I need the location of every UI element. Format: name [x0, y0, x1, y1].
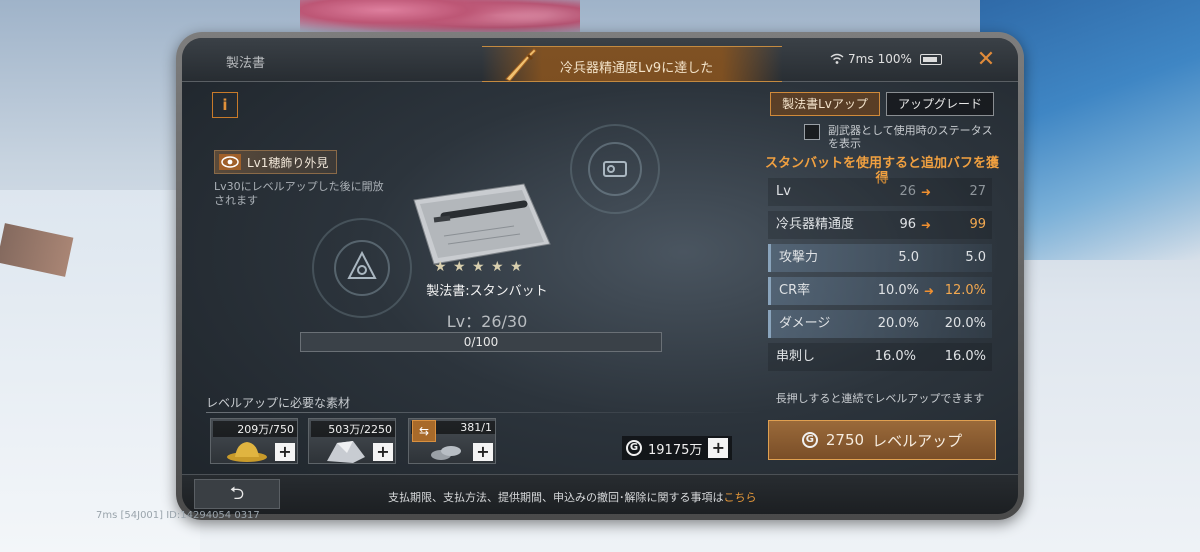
info-icon[interactable]: i [212, 92, 238, 118]
stats-table: Lv 26 ➜ 27 冷兵器精通度 96 ➜ 99 攻撃力 5.0 5.0 CR率 10.0% ➜ 12.0… [768, 178, 992, 376]
battery-text: 100% [877, 52, 912, 66]
stat-row: 冷兵器精通度 96 ➜ 99 [768, 211, 992, 239]
ping-text: 7ms [848, 52, 874, 66]
star-icon: ★ [491, 259, 504, 275]
star-icon: ★ [510, 259, 523, 275]
exp-text: 0/100 [463, 335, 499, 349]
stat-row: ダメージ 20.0% 20.0% [768, 310, 992, 338]
sub-weapon-toggle[interactable]: 副武器として使用時のステータスを表示 [804, 124, 998, 150]
triangle-emblem-icon [347, 250, 377, 279]
stat-next: 12.0% [944, 283, 986, 298]
currency-amount: 19175万 [648, 442, 703, 458]
material-count: 503万/2250 [311, 421, 395, 437]
eye-icon [219, 154, 241, 170]
gold-hat-icon [227, 442, 267, 462]
legal-notice: 支払期限、支払方法、提供期間、申込みの撤回･解除に関する事項はこちら [388, 489, 757, 505]
add-material-button[interactable]: + [473, 443, 493, 461]
silver-ore-icon [327, 441, 365, 463]
stat-label: CR率 [779, 283, 811, 298]
stat-current: 20.0% [877, 316, 919, 331]
window-title: 製法書 [226, 56, 266, 71]
appearance-unlock-tag[interactable]: Lv1穂飾り外見 [214, 150, 338, 174]
tab-upgrade[interactable]: アップグレード [886, 92, 994, 116]
device-frame: 製法書 冷兵器精通度Lv9に達した 7ms 100% ✕ i Lv1穂飾り外見 … [176, 32, 1024, 520]
rarity-stars: ★ ★ ★ ★ ★ [434, 260, 524, 274]
exp-bar: 0/100 [300, 332, 662, 352]
add-material-button[interactable]: + [373, 443, 393, 461]
star-icon: ★ [434, 259, 447, 275]
add-currency-button[interactable]: + [708, 438, 729, 458]
unlock-info: Lv1穂飾り外見 Lv30にレベルアップした後に開放されます [214, 150, 394, 208]
level-up-label: レベルアップ [872, 431, 963, 450]
stat-current: 10.0% [877, 283, 919, 298]
stat-label: ダメージ [779, 316, 831, 331]
unlock-label: Lv1穂飾り外見 [247, 155, 329, 170]
overlay-id-text: 7ms [54J001] ID:14294054 0317 [96, 510, 260, 521]
sub-weapon-checkbox[interactable] [804, 124, 820, 140]
stat-row: CR率 10.0% ➜ 12.0% [768, 277, 992, 305]
legal-link[interactable]: こちら [724, 491, 757, 504]
star-icon: ★ [472, 259, 485, 275]
star-icon: ★ [453, 259, 466, 275]
stat-current: 96 [899, 217, 916, 232]
blueprint-bat-icon [413, 183, 551, 265]
wifi-icon [830, 53, 844, 64]
unlock-description: Lv30にレベルアップした後に開放されます [214, 180, 384, 207]
stat-label: 串刺し [776, 349, 816, 364]
stat-label: 攻撃力 [779, 250, 819, 265]
stat-current: 5.0 [898, 250, 919, 265]
materials-label: レベルアップに必要な素材 [206, 396, 351, 410]
stat-next: 27 [969, 184, 986, 199]
top-bar: 製法書 冷兵器精通度Lv9に達した 7ms 100% ✕ [182, 38, 1018, 82]
recipe-emblem-icon [603, 161, 627, 177]
stat-current: 16.0% [874, 349, 916, 364]
stat-current: 26 [899, 184, 916, 199]
stat-row: 串刺し 16.0% 16.0% [768, 343, 992, 371]
back-button[interactable]: ⮌ [194, 479, 280, 509]
achievement-banner: 冷兵器精通度Lv9に達した [482, 46, 782, 82]
stat-row: Lv 26 ➜ 27 [768, 178, 992, 206]
level-up-button[interactable]: G 2750 レベルアップ [768, 420, 996, 460]
game-screen: 製法書 冷兵器精通度Lv9に達した 7ms 100% ✕ i Lv1穂飾り外見 … [182, 38, 1018, 514]
legal-text: 支払期限、支払方法、提供期間、申込みの撤回･解除に関する事項は [388, 491, 724, 504]
stat-next: 20.0% [944, 316, 986, 331]
knife-icon [505, 48, 537, 82]
stat-next: 16.0% [944, 349, 986, 364]
tab-level-up[interactable]: 製法書Lvアップ [770, 92, 880, 116]
swap-icon[interactable]: ⇆ [412, 420, 436, 442]
coin-icon: G [626, 440, 642, 456]
level-up-cost: 2750 [825, 431, 865, 449]
currency-display: G 19175万 + [622, 436, 733, 460]
item-name: 製法書:スタンバット [426, 284, 548, 299]
close-button[interactable]: ✕ [972, 46, 1000, 74]
item-level: Lv：26/30 [446, 312, 528, 331]
stat-next: 99 [969, 217, 986, 232]
achievement-text: 冷兵器精通度Lv9に達した [560, 61, 714, 76]
sub-weapon-label: 副武器として使用時のステータスを表示 [828, 124, 993, 150]
battery-icon [919, 53, 942, 65]
material-slot[interactable]: 503万/2250 + [308, 418, 396, 464]
status-indicator: 7ms 100% [830, 52, 942, 66]
material-slot[interactable]: 209万/750 + [210, 418, 298, 464]
hold-note: 長押しすると連続でレベルアップできます [775, 392, 985, 405]
stat-next: 5.0 [965, 250, 986, 265]
material-count: 209万/750 [213, 421, 297, 437]
coin-icon: G [801, 432, 818, 448]
stat-label: 冷兵器精通度 [776, 217, 855, 232]
add-material-button[interactable]: + [275, 443, 295, 461]
stat-label: Lv [776, 184, 791, 199]
stat-row: 攻撃力 5.0 5.0 [768, 244, 992, 272]
bottom-bar: ⮌ 支払期限、支払方法、提供期間、申込みの撤回･解除に関する事項はこちら [182, 474, 1018, 514]
divider [206, 412, 762, 413]
